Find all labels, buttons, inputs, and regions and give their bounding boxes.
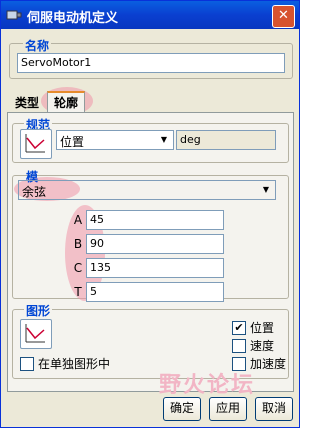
spec-graph-button[interactable] xyxy=(20,129,52,159)
name-input-value: ServoMotor1 xyxy=(21,56,92,69)
name-group-label: 名称 xyxy=(23,37,52,54)
position-checkbox[interactable]: ✔ xyxy=(232,321,246,335)
param-value-b: 90 xyxy=(90,237,104,250)
tab-profile[interactable]: 轮廓 xyxy=(47,91,86,113)
spec-graph-icon xyxy=(25,134,45,153)
spec-combo[interactable]: 位置 ▼ xyxy=(56,130,174,150)
separate-graph-label: 在单独图形中 xyxy=(38,357,111,371)
unit-field: deg xyxy=(176,130,276,150)
servo-motor-icon xyxy=(6,10,22,20)
param-label-b: B xyxy=(73,237,83,251)
param-label-t: T xyxy=(74,285,82,299)
checkmark-icon: ✔ xyxy=(234,321,244,334)
param-value-c: 135 xyxy=(90,261,111,274)
param-value-a: 45 xyxy=(90,213,104,226)
param-input-b[interactable]: 90 xyxy=(86,234,224,254)
tab-type[interactable]: 类型 xyxy=(9,93,45,113)
ok-button[interactable]: 确定 xyxy=(163,397,201,421)
param-input-t[interactable]: 5 xyxy=(86,282,224,302)
title-bar: 伺服电动机定义 ✕ xyxy=(1,1,299,29)
acceleration-check-label: 加速度 xyxy=(250,357,287,371)
velocity-checkbox[interactable] xyxy=(232,339,246,353)
cancel-label: 取消 xyxy=(261,401,286,415)
graph-icon xyxy=(25,324,45,343)
watermark: 野火论坛 xyxy=(159,373,256,398)
model-combo-value: 余弦 xyxy=(22,185,47,199)
param-label-c: C xyxy=(73,261,83,275)
dropdown-arrow-icon: ▼ xyxy=(160,135,168,144)
window-title: 伺服电动机定义 xyxy=(27,11,119,26)
cancel-button[interactable]: 取消 xyxy=(255,397,293,421)
graph-button[interactable] xyxy=(20,319,52,349)
apply-label: 应用 xyxy=(215,401,240,415)
spec-combo-value: 位置 xyxy=(60,135,85,149)
param-input-c[interactable]: 135 xyxy=(86,258,224,278)
graph-group-label: 图形 xyxy=(24,302,53,319)
close-icon: ✕ xyxy=(278,8,289,23)
tab-profile-label: 轮廓 xyxy=(54,96,79,110)
param-input-a[interactable]: 45 xyxy=(86,210,224,230)
name-input[interactable]: ServoMotor1 xyxy=(17,53,285,73)
position-check-label: 位置 xyxy=(250,321,275,335)
param-label-a: A xyxy=(73,213,83,227)
profile-tab-panel: 规范 位置 ▼ deg 模 余弦 ▼ A 45 B 90 C 135 T 5 图… xyxy=(7,112,294,392)
close-button[interactable]: ✕ xyxy=(272,5,295,28)
tab-type-label: 类型 xyxy=(15,96,40,110)
ok-label: 确定 xyxy=(169,401,194,415)
servo-motor-dialog: 伺服电动机定义 ✕ 名称 ServoMotor1 类型 轮廓 规范 位置 ▼ d… xyxy=(0,0,300,428)
separate-graph-checkbox[interactable] xyxy=(20,357,34,371)
unit-value: deg xyxy=(180,133,201,146)
dropdown-arrow-icon: ▼ xyxy=(262,185,270,194)
model-combo[interactable]: 余弦 ▼ xyxy=(18,180,276,200)
apply-button[interactable]: 应用 xyxy=(209,397,247,421)
velocity-check-label: 速度 xyxy=(250,339,275,353)
param-value-t: 5 xyxy=(90,285,97,298)
